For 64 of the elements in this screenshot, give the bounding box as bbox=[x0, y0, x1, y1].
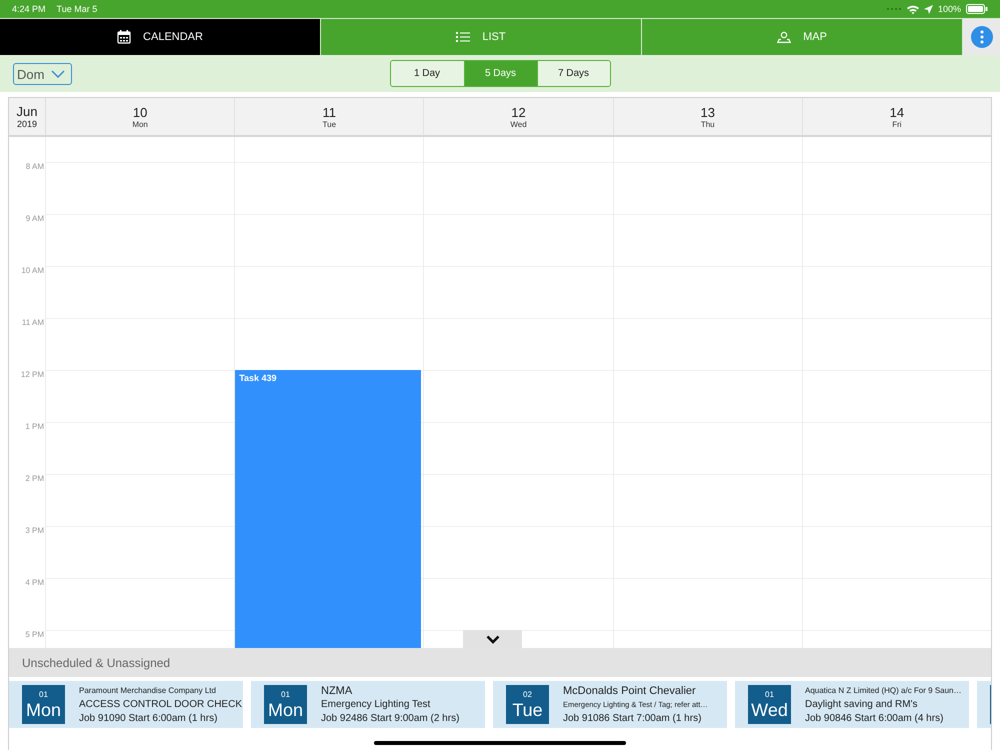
hour-label: 8 AM bbox=[26, 162, 44, 171]
hour-label: 12 PM bbox=[20, 370, 44, 379]
battery-percent: 100% bbox=[938, 4, 961, 14]
job-title: Paramount Merchandise Company Ltd bbox=[79, 684, 217, 696]
collapse-button[interactable] bbox=[463, 630, 522, 648]
job-card[interactable] bbox=[977, 681, 991, 728]
day-number: 11 bbox=[322, 104, 336, 120]
badge-weekday: Tue bbox=[512, 700, 543, 720]
hour-label: 11 AM bbox=[22, 318, 44, 327]
weekday-label: Thu bbox=[700, 120, 715, 128]
hour-label: 4 PM bbox=[25, 578, 44, 587]
hour-label: 1 PM bbox=[25, 422, 44, 431]
badge-weekday: Wed bbox=[751, 700, 788, 720]
list-icon bbox=[456, 31, 470, 43]
range-tab[interactable]: 7 Days bbox=[536, 61, 610, 86]
badge-day-number: 01 bbox=[39, 689, 48, 700]
range-tab[interactable]: 1 Day bbox=[390, 61, 464, 86]
map-pin-icon bbox=[777, 31, 792, 43]
section-title: Unscheduled & Unassigned bbox=[22, 656, 170, 670]
job-description: Emergency Lighting Test bbox=[321, 698, 432, 710]
badge-day-number: 01 bbox=[765, 689, 774, 700]
job-details: Job 92486 Start 9:00am (2 hrs) bbox=[321, 712, 460, 724]
person-dropdown[interactable]: Dom bbox=[13, 63, 72, 85]
job-title: NZMA bbox=[321, 684, 354, 696]
more-icon bbox=[980, 30, 984, 44]
weekday-label: Wed bbox=[510, 120, 527, 128]
battery-icon bbox=[966, 4, 988, 14]
location-icon bbox=[924, 4, 933, 14]
job-title: Aquatica N Z Limited (HQ) a/c For 9 Saun… bbox=[805, 684, 962, 696]
badge-weekday: Mon bbox=[268, 700, 303, 720]
weekday-label: Fri bbox=[892, 120, 902, 128]
job-card[interactable]: 01 Wed Aquatica N Z Limited (HQ) a/c For 9 Saun… Daylight saving and RM's Job 90846 Start 6:00am (4 hrs) bbox=[735, 681, 969, 728]
job-details: Job 91090 Start 6:00am (1 hrs) bbox=[79, 712, 218, 724]
calendar-icon bbox=[117, 30, 132, 44]
day-number: 10 bbox=[132, 104, 148, 120]
job-card[interactable]: 01 Mon NZMA Emergency Lighting Test Job 92486 Start 9:00am (2 hrs) bbox=[251, 681, 485, 728]
hour-label: 3 PM bbox=[25, 526, 44, 535]
nav-tab[interactable]: CALENDAR bbox=[0, 19, 321, 55]
chevron-down-icon bbox=[486, 634, 500, 644]
day-number: 14 bbox=[890, 104, 904, 120]
wifi-icon bbox=[906, 4, 919, 14]
badge-weekday: Mon bbox=[26, 700, 61, 720]
status-date: Tue Mar 5 bbox=[56, 4, 98, 14]
month-label: Jun bbox=[16, 104, 38, 119]
year-label: 2019 bbox=[16, 119, 38, 129]
day-number: 12 bbox=[511, 104, 526, 120]
job-description: Daylight saving and RM's bbox=[805, 698, 919, 710]
hour-label: 2 PM bbox=[25, 474, 44, 483]
job-title: McDonalds Point Chevalier bbox=[563, 684, 697, 696]
hour-label: 9 AM bbox=[26, 214, 44, 223]
badge-day-number: 02 bbox=[523, 689, 532, 700]
status-time: 4:24 PM bbox=[12, 4, 46, 14]
day-number: 13 bbox=[700, 104, 715, 120]
weekday-label: Mon bbox=[132, 120, 148, 128]
hour-label: 10 AM bbox=[21, 266, 44, 275]
job-details: Job 90846 Start 6:00am (4 hrs) bbox=[805, 712, 944, 724]
chevron-down-icon bbox=[51, 70, 65, 78]
weekday-label: Tue bbox=[322, 120, 336, 128]
more-button[interactable] bbox=[970, 26, 992, 48]
job-card[interactable]: 01 Mon Paramount Merchandise Company Ltd ACCESS CONTROL DOOR CHECK Job 91090 Start 6:00am (1 hrs) bbox=[9, 681, 243, 728]
hour-label: 5 PM bbox=[25, 630, 44, 639]
badge-day-number: 01 bbox=[281, 689, 290, 700]
signal-icon bbox=[886, 7, 902, 11]
job-details: Job 91086 Start 7:00am (1 hrs) bbox=[563, 712, 702, 724]
